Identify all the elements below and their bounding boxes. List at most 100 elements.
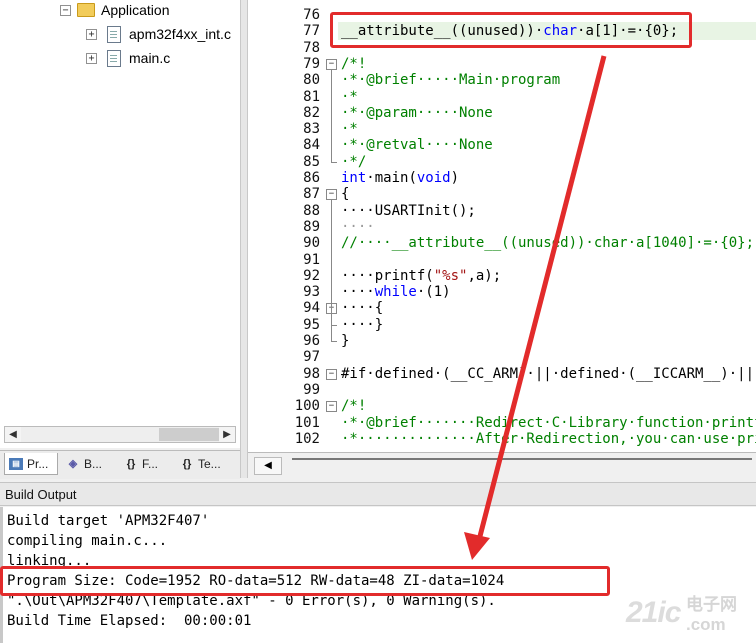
scroll-thumb[interactable] — [159, 428, 219, 441]
code-line[interactable]: ·*·@retval····None — [341, 137, 493, 153]
line-number: 101 — [294, 414, 320, 431]
tab-label: F... — [142, 457, 159, 471]
code-token: /*! — [341, 55, 367, 72]
fold-guide — [331, 313, 332, 325]
watermark-logo: 21ic 电子网 .com — [626, 595, 737, 634]
collapse-icon[interactable]: − — [60, 4, 71, 16]
fold-collapse-icon[interactable]: − — [326, 401, 337, 413]
editor-hscrollbar[interactable]: ◀ — [248, 452, 756, 478]
code-token: //····__attribute__((unused))·char·a[104… — [341, 235, 755, 252]
line-number: 85 — [303, 153, 320, 170]
line-number: 81 — [303, 88, 320, 105]
fold-guide — [331, 68, 332, 162]
code-line[interactable]: } — [341, 333, 349, 349]
code-line[interactable]: //····__attribute__((unused))·char·a[104… — [341, 235, 754, 251]
code-token: ···· — [341, 284, 375, 301]
line-number: 84 — [303, 137, 320, 154]
line-number: 102 — [294, 430, 320, 447]
code-token: { — [341, 186, 350, 203]
code-line[interactable]: ····USARTInit(); — [341, 203, 476, 219]
tab-functions[interactable]: {} F... — [120, 453, 174, 475]
project-tabs: ▤ Pr... ◈ B... {} F... {} Te... — [0, 450, 240, 479]
code-line[interactable]: ····printf("%s",a); — [341, 268, 501, 284]
scroll-track[interactable] — [292, 458, 752, 460]
tab-templates[interactable]: {} Te... — [176, 453, 236, 475]
tree-item-main-c[interactable]: + main.c — [86, 48, 170, 68]
fold-collapse-icon[interactable]: − — [326, 368, 337, 380]
line-number: 78 — [303, 39, 320, 56]
scroll-left-icon[interactable]: ◀ — [5, 427, 21, 442]
code-token: ···· — [341, 218, 375, 235]
expand-icon[interactable]: + — [86, 52, 97, 64]
code-line[interactable]: ····while·(1) — [341, 284, 451, 300]
project-hscrollbar[interactable]: ◀ ▶ — [4, 426, 236, 443]
annotation-box-code — [330, 12, 692, 48]
line-number: 79 — [303, 55, 320, 72]
line-number: 82 — [303, 104, 320, 121]
build-output-title: Build Output — [5, 487, 77, 502]
code-line[interactable]: ·*·@brief·······Redirect·C·Library·funct… — [341, 415, 756, 431]
folder-icon — [77, 3, 95, 17]
c-file-icon — [107, 25, 121, 43]
code-line[interactable]: ·*·@param·····None — [341, 105, 493, 121]
line-number: 92 — [303, 267, 320, 284]
code-token: ····USARTInit(); — [341, 202, 476, 219]
line-number: 95 — [303, 316, 320, 333]
code-line[interactable]: ····} — [341, 317, 383, 333]
build-line: compiling main.c... — [7, 533, 168, 549]
template-icon: {} — [182, 458, 192, 470]
code-token: ·*·@brief·····Main·program — [341, 72, 561, 89]
code-token: ····} — [341, 316, 384, 333]
line-number: 87 — [303, 186, 320, 203]
line-number: 89 — [303, 218, 320, 235]
books-icon: ◈ — [68, 458, 78, 470]
tree-item-application[interactable]: − Application — [60, 0, 170, 20]
tab-label: Te... — [198, 457, 221, 471]
tab-books[interactable]: ◈ B... — [62, 453, 118, 475]
code-token: ·* — [341, 121, 358, 138]
build-output-header: Build Output — [0, 482, 756, 506]
code-token: ····{ — [341, 300, 384, 317]
panel-splitter[interactable] — [240, 0, 248, 478]
tab-label: B... — [84, 457, 103, 471]
expand-icon[interactable]: + — [86, 28, 97, 40]
code-line[interactable]: ···· — [341, 219, 375, 235]
code-token: ·(1) — [416, 284, 451, 301]
tree-item-apm32f4xx-int[interactable]: + apm32f4xx_int.c — [86, 24, 231, 44]
code-line[interactable]: ·* — [341, 89, 358, 105]
code-line[interactable]: ·*/ — [341, 154, 366, 170]
build-line: Build Time Elapsed: 00:00:01 — [7, 613, 252, 629]
code-token: ·*·@param·····None — [341, 104, 493, 121]
code-line[interactable]: int·main(void) — [341, 170, 459, 186]
code-line[interactable]: /*! — [341, 56, 366, 72]
code-editor[interactable]: 76 77 __attribute__((unused))·char·a[1]·=·… — [248, 0, 756, 452]
line-number: 80 — [303, 72, 320, 89]
code-token: "%s" — [433, 267, 468, 284]
project-icon: ▤ — [9, 457, 23, 470]
line-number: 98 — [303, 365, 320, 382]
line-number: 90 — [303, 235, 320, 252]
fold-guide-end — [331, 324, 337, 326]
line-number: 91 — [303, 251, 320, 268]
code-token: ·* — [341, 88, 358, 105]
code-line[interactable]: ·*··············After·Redirection,·you·c… — [341, 431, 756, 447]
code-token: int — [341, 170, 367, 186]
line-number: 100 — [294, 398, 320, 415]
code-token: void — [416, 170, 451, 186]
code-line[interactable]: /*! — [341, 398, 366, 414]
code-token: ····printf( — [341, 267, 434, 284]
line-number: 94 — [303, 300, 320, 317]
scroll-left-icon[interactable]: ◀ — [254, 457, 282, 475]
code-line[interactable]: { — [341, 186, 349, 202]
tab-project[interactable]: ▤ Pr... — [4, 453, 58, 475]
code-line[interactable]: ·*·@brief·····Main·program — [341, 72, 560, 88]
tree-item-label: Application — [101, 2, 170, 18]
fold-guide-end — [331, 161, 337, 163]
code-line[interactable]: ·* — [341, 121, 358, 137]
code-line[interactable]: #if·defined·(__CC_ARM)·||·defined·(__ICC… — [341, 366, 756, 382]
code-token: ·*·@brief·······Redirect·C·Library·funct… — [341, 414, 756, 431]
code-line[interactable]: ····{ — [341, 300, 383, 316]
line-number: 93 — [303, 284, 320, 301]
scroll-right-icon[interactable]: ▶ — [219, 427, 235, 442]
tree-item-label: main.c — [129, 50, 171, 66]
